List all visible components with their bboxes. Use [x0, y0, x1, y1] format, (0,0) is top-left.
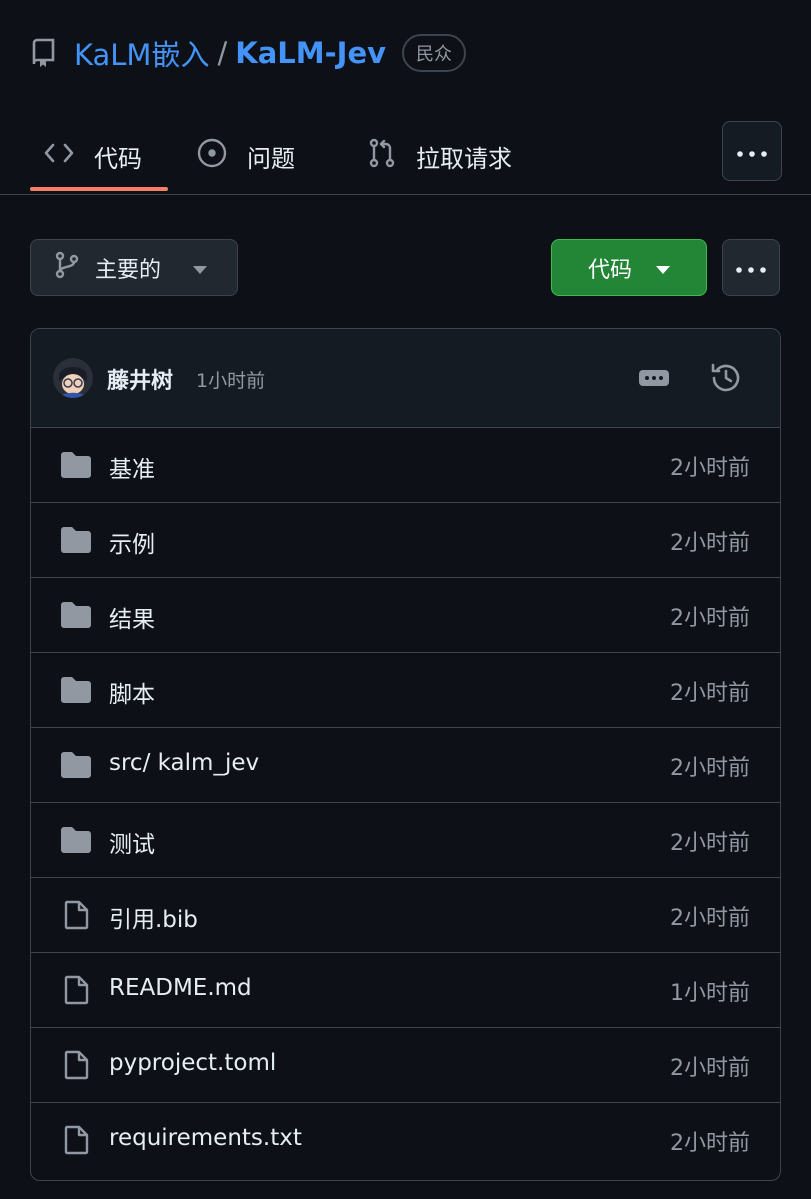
tab-issues-label: 问题: [247, 144, 295, 173]
last-modified-time: 2小时前: [670, 456, 750, 481]
folder-icon: [59, 825, 93, 855]
tabs-overflow-button[interactable]: [722, 121, 782, 181]
commit-message-toggle-button[interactable]: [637, 365, 671, 391]
folder-icon: [59, 450, 93, 480]
repo-tabs: 代码 问题 拉取请求: [0, 120, 811, 195]
file-name-link[interactable]: requirements.txt: [109, 1125, 302, 1151]
author-avatar[interactable]: [53, 358, 93, 398]
latest-commit-bar: 藤井树 1小时前: [31, 329, 780, 428]
kebab-horizontal-icon: [737, 142, 767, 161]
file-row[interactable]: 引用.bib 2小时前: [31, 878, 780, 953]
last-modified-time: 2小时前: [670, 756, 750, 781]
tab-code-label: 代码: [94, 144, 142, 173]
issue-opened-icon: [197, 138, 247, 174]
git-branch-icon: [55, 251, 79, 285]
file-row[interactable]: README.md 1小时前: [31, 953, 780, 1028]
folder-row[interactable]: 基准 2小时前: [31, 428, 780, 503]
file-icon: [59, 900, 93, 930]
file-name-link[interactable]: 测试: [109, 825, 155, 859]
code-dropdown-button[interactable]: 代码: [551, 239, 707, 296]
last-modified-time: 2小时前: [670, 1056, 750, 1081]
file-icon: [59, 1125, 93, 1155]
folder-icon: [59, 675, 93, 705]
folder-icon: [59, 525, 93, 555]
file-list: 基准 2小时前 示例 2小时前 结果 2小时前 脚本 2小时前 src/ kalm_jev 2小时…: [31, 428, 780, 1178]
repo-name-link[interactable]: KaLM-Jev: [235, 36, 386, 70]
last-modified-time: 2小时前: [670, 1131, 750, 1156]
file-name-link[interactable]: src/ kalm_jev: [109, 750, 259, 776]
file-name-link[interactable]: README.md: [109, 975, 252, 1001]
file-name-link[interactable]: pyproject.toml: [109, 1050, 276, 1076]
pull-request-icon: [368, 138, 416, 174]
tab-pull-requests[interactable]: 拉取请求: [368, 120, 512, 192]
file-icon: [59, 1050, 93, 1080]
tab-pull-requests-label: 拉取请求: [416, 144, 512, 173]
file-row[interactable]: requirements.txt 2小时前: [31, 1103, 780, 1178]
path-separator: /: [217, 36, 228, 70]
file-icon: [59, 975, 93, 1005]
folder-icon: [59, 600, 93, 630]
last-modified-time: 2小时前: [670, 681, 750, 706]
history-icon[interactable]: [709, 361, 743, 395]
tab-issues[interactable]: 问题: [197, 120, 295, 192]
commit-author[interactable]: 藤井树: [107, 363, 173, 395]
branch-selector-button[interactable]: 主要的: [30, 239, 238, 296]
folder-icon: [59, 750, 93, 780]
file-browser: 藤井树 1小时前 基准 2小时前 示例 2小时前 结果 2小时前 脚本 2小时前 src/ ka…: [30, 328, 781, 1181]
file-name-link[interactable]: 基准: [109, 450, 155, 484]
file-name-link[interactable]: 结果: [109, 600, 155, 634]
commit-time: 1小时前: [196, 370, 266, 392]
branch-name: 主要的: [95, 257, 162, 283]
last-modified-time: 1小时前: [670, 981, 750, 1006]
repo-owner-link[interactable]: KaLM嵌入: [74, 32, 209, 74]
file-row[interactable]: pyproject.toml 2小时前: [31, 1028, 780, 1103]
caret-down-icon: [656, 255, 670, 280]
folder-row[interactable]: 脚本 2小时前: [31, 653, 780, 728]
file-name-link[interactable]: 引用.bib: [109, 900, 198, 934]
last-modified-time: 2小时前: [670, 831, 750, 856]
code-icon: [44, 142, 94, 170]
file-name-link[interactable]: 脚本: [109, 675, 155, 709]
folder-row[interactable]: 示例 2小时前: [31, 503, 780, 578]
folder-row[interactable]: src/ kalm_jev 2小时前: [31, 728, 780, 803]
folder-row[interactable]: 结果 2小时前: [31, 578, 780, 653]
more-actions-button[interactable]: [722, 239, 780, 296]
last-modified-time: 2小时前: [670, 531, 750, 556]
folder-row[interactable]: 测试 2小时前: [31, 803, 780, 878]
selected-tab-underline: [30, 187, 168, 191]
repo-header: KaLM嵌入 / KaLM-Jev 民众: [30, 30, 467, 76]
tab-code[interactable]: 代码: [44, 120, 142, 192]
file-name-link[interactable]: 示例: [109, 525, 155, 559]
caret-down-icon: [193, 255, 207, 280]
last-modified-time: 2小时前: [670, 906, 750, 931]
code-button-label: 代码: [587, 257, 632, 283]
kebab-horizontal-icon: [736, 258, 766, 277]
visibility-badge: 民众: [402, 34, 467, 72]
last-modified-time: 2小时前: [670, 606, 750, 631]
repo-icon: [30, 38, 60, 68]
